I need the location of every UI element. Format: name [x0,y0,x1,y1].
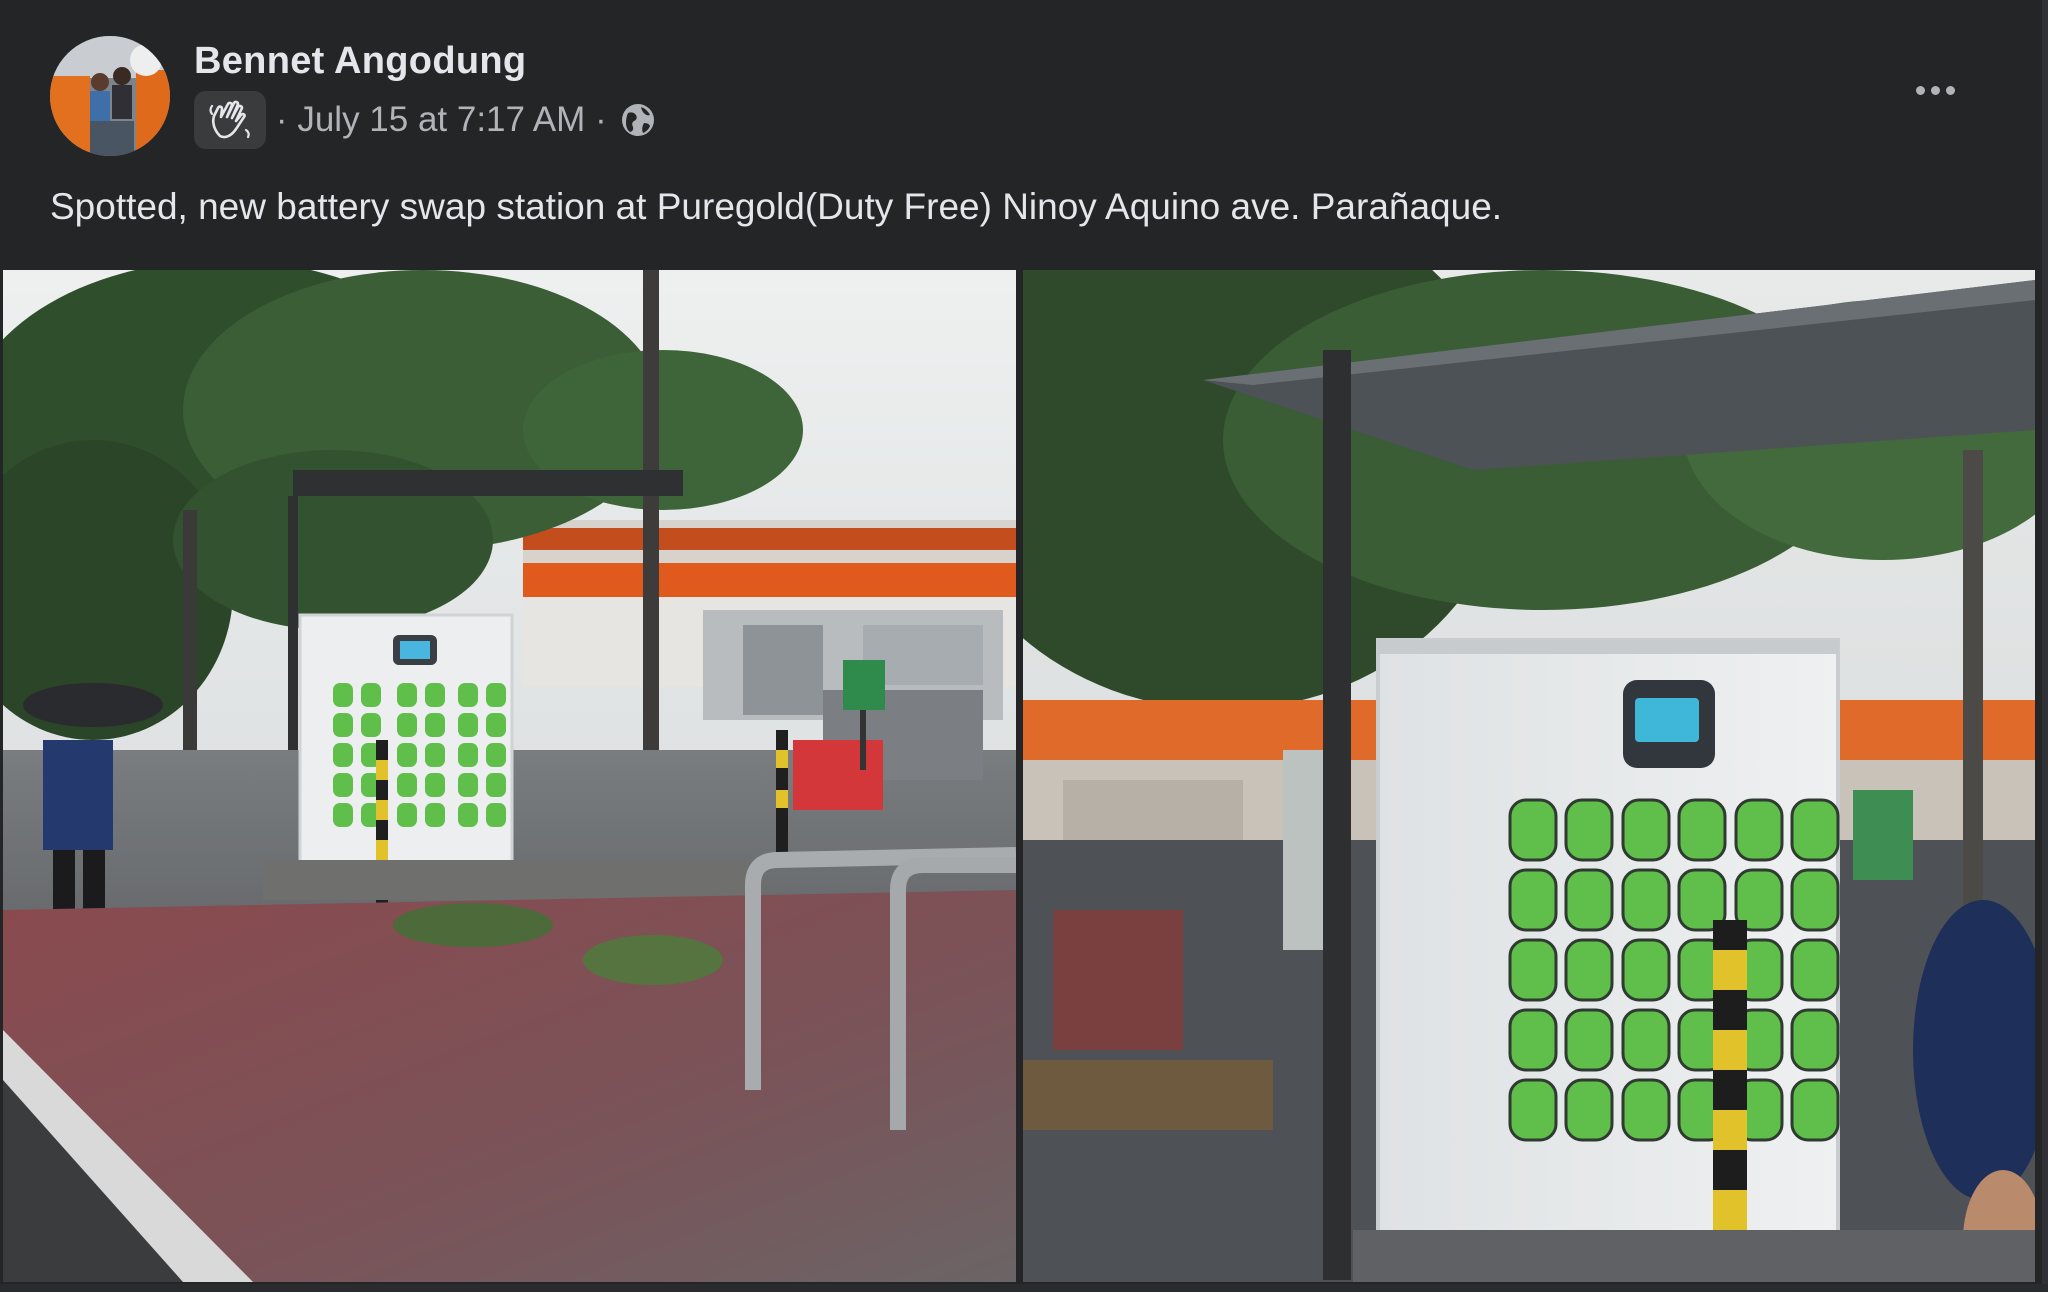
waving-hand-icon[interactable] [194,91,266,149]
facebook-post: Bennet Angodung · July 15 at 7:17 AM · S… [0,0,2048,1292]
bottom-edge [0,1284,2048,1292]
meta-separator-2: · [595,100,607,139]
post-timestamp[interactable]: July 15 at 7:17 AM [297,100,585,140]
meta-separator: · [276,100,288,139]
globe-icon[interactable] [619,101,657,139]
post-meta: · July 15 at 7:17 AM · [194,91,657,149]
photo-close-up[interactable] [1023,270,2035,1282]
author-name[interactable]: Bennet Angodung [194,40,526,83]
more-options-icon[interactable] [1900,60,1970,120]
right-edge [2042,0,2048,1292]
photo-wide-shot[interactable] [3,270,1016,1282]
author-avatar[interactable] [50,36,170,156]
post-text: Spotted, new battery swap station at Pur… [50,186,1503,227]
